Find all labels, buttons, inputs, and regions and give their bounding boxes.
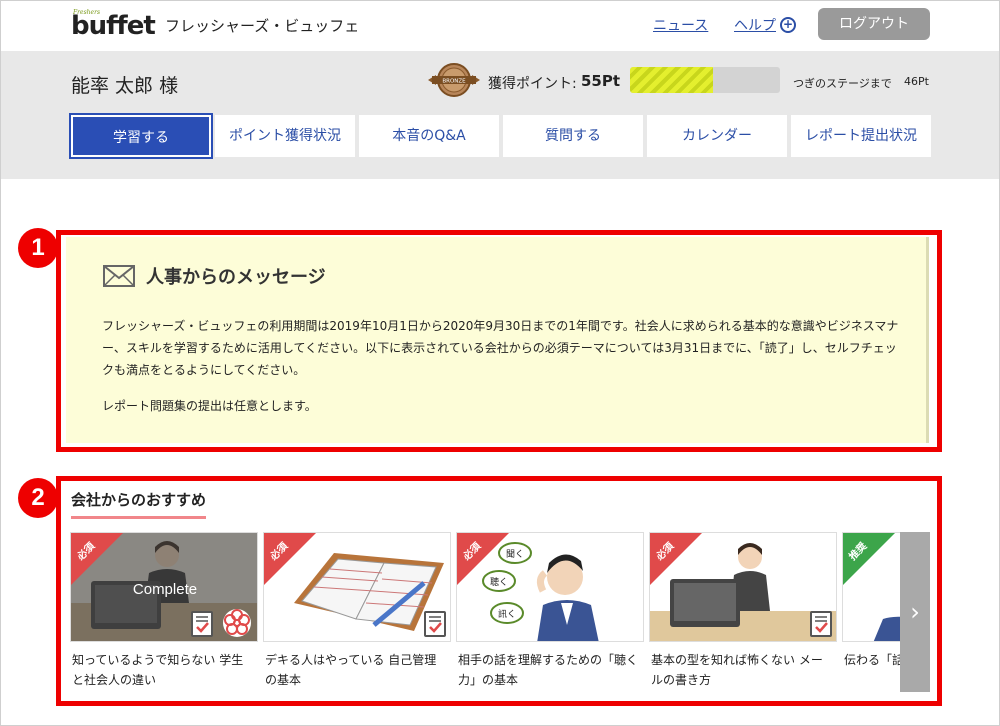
course-caption: 伝わる「話立て方」: [844, 653, 900, 667]
bronze-badge-icon: BRONZE: [428, 63, 480, 97]
annotation-number-1: 1: [18, 228, 58, 268]
course-card[interactable]: 必須 デキる人はやっている 自己管理の基本: [263, 532, 451, 692]
annotation-number-2: 2: [18, 478, 58, 518]
points-progress-fill: [630, 67, 713, 93]
badge-label: BRONZE: [442, 79, 466, 85]
user-band: 能率 太郎 様 BRONZE 獲得ポイント: 55Pt つぎのステージまで 46…: [1, 51, 999, 179]
checklist-icon: [191, 611, 213, 637]
next-stage-label: つぎのステージまで: [793, 77, 892, 90]
message-title: 人事からのメッセージ: [146, 267, 326, 288]
course-caption: デキる人はやっている 自己管理の基本: [265, 653, 437, 687]
tab-calendar[interactable]: カレンダー: [647, 115, 787, 157]
news-link[interactable]: ニュース: [653, 15, 708, 35]
help-plus-icon[interactable]: +: [780, 17, 796, 33]
recommend-title: 会社からのおすすめ: [71, 489, 207, 519]
course-card[interactable]: 推奨 伝わる「話立て方」: [842, 532, 900, 692]
course-thumbnail: 推奨: [842, 532, 900, 642]
course-card[interactable]: Complete 必須 知っているようで知らない 学生と社会人の違い: [70, 532, 258, 692]
message-body: フレッシャーズ・ビュッフェの利用期間は2019年10月1日から2020年9月30…: [102, 319, 899, 377]
site-logo[interactable]: Freshers buffet: [71, 7, 156, 47]
points-value: 55Pt: [581, 72, 621, 90]
logout-button[interactable]: ログアウト: [818, 8, 930, 40]
course-card[interactable]: 聞く 聴く 訊く 必須 相手の話を理解するための「聴く力」の基本: [456, 532, 644, 692]
points-progress-bar: [630, 67, 780, 93]
site-title: フレッシャーズ・ビュッフェ: [165, 17, 360, 35]
checklist-icon: [810, 611, 832, 637]
tab-honne-qa[interactable]: 本音のQ&A: [359, 115, 499, 157]
carousel-next-button[interactable]: ›: [900, 532, 930, 692]
envelope-icon: [103, 265, 135, 287]
course-thumbnail: Complete 必須: [70, 532, 258, 642]
course-caption: 基本の型を知れば怖くない メールの書き方: [651, 653, 823, 687]
course-thumbnail: 必須: [649, 532, 837, 642]
tab-ask-question[interactable]: 質問する: [503, 115, 643, 157]
course-thumbnail: 聞く 聴く 訊く 必須: [456, 532, 644, 642]
help-link[interactable]: ヘルプ: [734, 15, 776, 35]
logo-text: buffet: [71, 11, 156, 41]
top-header: Freshers buffet フレッシャーズ・ビュッフェ ニュース ヘルプ +…: [1, 1, 999, 51]
tab-report-status[interactable]: レポート提出状況: [791, 115, 931, 157]
user-name: 能率 太郎 様: [71, 75, 179, 97]
course-caption: 知っているようで知らない 学生と社会人の違い: [72, 653, 244, 687]
course-caption: 相手の話を理解するための「聴く力」の基本: [458, 653, 639, 687]
message-note: レポート問題集の提出は任意とします。: [102, 399, 317, 413]
recommend-carousel: Complete 必須 知っているようで知らない 学生と社会人の違い 必須 デキ…: [70, 532, 900, 692]
checklist-icon: [424, 611, 446, 637]
bubble-listen-3: 訊く: [498, 608, 516, 620]
completion-seal-icon: [223, 609, 251, 637]
tab-points-status[interactable]: ポイント獲得状況: [215, 115, 355, 157]
course-thumbnail: 必須: [263, 532, 451, 642]
points-label: 獲得ポイント:: [488, 76, 577, 92]
next-stage-points: 46Pt: [904, 75, 929, 88]
tab-study[interactable]: 学習する: [69, 113, 213, 159]
main-tabs: 学習する ポイント獲得状況 本音のQ&A 質問する カレンダー レポート提出状況: [69, 113, 931, 159]
hr-message-panel: 人事からのメッセージ フレッシャーズ・ビュッフェの利用期間は2019年10月1日…: [66, 237, 929, 443]
course-card[interactable]: 必須 基本の型を知れば怖くない メールの書き方: [649, 532, 837, 692]
